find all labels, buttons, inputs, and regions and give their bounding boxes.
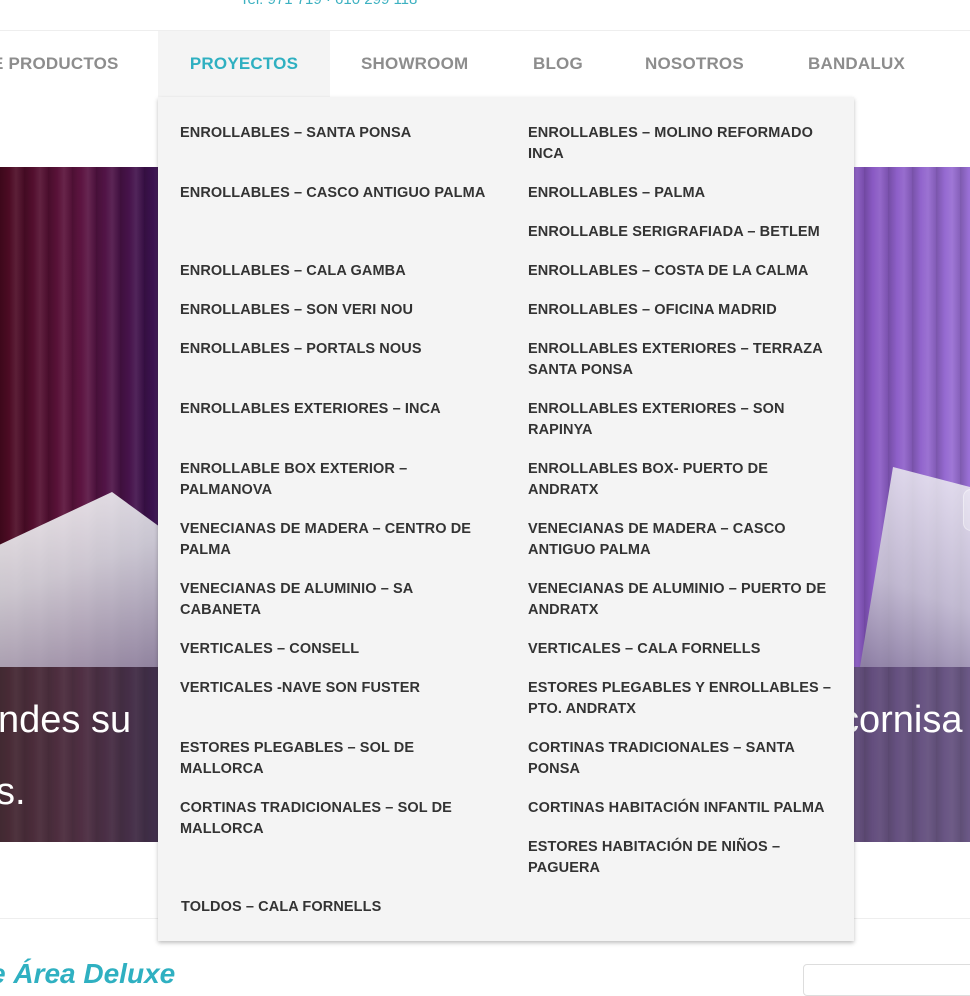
- section-title: e Área Deluxe: [0, 958, 176, 989]
- main-nav: E PRODUCTOS PROYECTOS SHOWROOM BLOG NOSO…: [0, 31, 970, 97]
- menu-item[interactable]: ENROLLABLES – MOLINO REFORMADO INCA: [528, 123, 838, 165]
- hero-floor-left: [0, 492, 160, 667]
- menu-item[interactable]: ENROLLABLES – PORTALS NOUS: [180, 339, 490, 360]
- top-bar: Tel: 971 719 · 610 299 118: [0, 0, 970, 31]
- menu-item[interactable]: VERTICALES -NAVE SON FUSTER: [180, 678, 490, 699]
- menu-item[interactable]: VERTICALES – CALA FORNELLS: [528, 639, 838, 660]
- menu-item[interactable]: ENROLLABLE BOX EXTERIOR – PALMANOVA: [180, 459, 490, 501]
- menu-item[interactable]: ESTORES PLEGABLES – SOL DE MALLORCA: [180, 738, 490, 780]
- menu-item[interactable]: ESTORES HABITACIÓN DE NIÑOS – PAGUERA: [528, 837, 838, 879]
- nav-item-proyectos[interactable]: PROYECTOS: [158, 31, 330, 97]
- nav-item-showroom[interactable]: SHOWROOM: [361, 31, 468, 97]
- menu-item[interactable]: VENECIANAS DE MADERA – CENTRO DE PALMA: [180, 519, 490, 561]
- menu-item[interactable]: ENROLLABLES EXTERIORES – INCA: [180, 399, 490, 420]
- proyectos-dropdown-menu: ENROLLABLES – SANTA PONSA ENROLLABLES – …: [158, 97, 854, 941]
- search-box[interactable]: [803, 964, 970, 996]
- menu-item[interactable]: ENROLLABLES – SANTA PONSA: [180, 123, 490, 144]
- hero-caption-line-1: ndes su: [0, 699, 132, 741]
- menu-item[interactable]: VENECIANAS DE ALUMINIO – PUERTO DE ANDRA…: [528, 579, 838, 621]
- menu-item[interactable]: CORTINAS TRADICIONALES – SOL DE MALLORCA: [180, 798, 490, 840]
- menu-item[interactable]: ENROLLABLES EXTERIORES – SON RAPINYA: [528, 399, 838, 441]
- menu-item[interactable]: ENROLLABLES – SON VERI NOU: [180, 300, 490, 321]
- menu-item[interactable]: ENROLLABLES – OFICINA MADRID: [528, 300, 838, 321]
- menu-item[interactable]: ENROLLABLES EXTERIORES – TERRAZA SANTA P…: [528, 339, 838, 381]
- menu-item[interactable]: ENROLLABLES BOX- PUERTO DE ANDRATX: [528, 459, 838, 501]
- menu-item[interactable]: ENROLLABLES – CASCO ANTIGUO PALMA: [180, 183, 490, 204]
- hero-caption-line-2: s.: [0, 771, 26, 813]
- hero-caption-right: cornisa: [840, 699, 963, 741]
- menu-item[interactable]: ENROLLABLES – PALMA: [528, 183, 838, 204]
- slider-next-arrow[interactable]: [963, 489, 970, 531]
- menu-item[interactable]: CORTINAS HABITACIÓN INFANTIL PALMA: [528, 798, 838, 819]
- menu-item[interactable]: VENECIANAS DE ALUMINIO – SA CABANETA: [180, 579, 490, 621]
- nav-item-productos[interactable]: E PRODUCTOS: [0, 31, 119, 97]
- menu-item[interactable]: ENROLLABLE SERIGRAFIADA – BETLEM: [528, 222, 838, 243]
- nav-item-bandalux[interactable]: BANDALUX: [808, 31, 905, 97]
- menu-item[interactable]: VENECIANAS DE MADERA – CASCO ANTIGUO PAL…: [528, 519, 838, 561]
- menu-item[interactable]: ENROLLABLES – COSTA DE LA CALMA: [528, 261, 838, 282]
- menu-item[interactable]: ENROLLABLES – CALA GAMBA: [180, 261, 490, 282]
- menu-item[interactable]: CORTINAS TRADICIONALES – SANTA PONSA: [528, 738, 838, 780]
- menu-item[interactable]: ESTORES PLEGABLES Y ENROLLABLES – PTO. A…: [528, 678, 838, 720]
- menu-item[interactable]: VERTICALES – CONSELL: [180, 639, 490, 660]
- nav-item-blog[interactable]: BLOG: [533, 31, 583, 97]
- phone-number[interactable]: Tel: 971 719 · 610 299 118: [240, 0, 417, 8]
- menu-item[interactable]: TOLDOS – CALA FORNELLS: [181, 897, 491, 918]
- nav-item-nosotros[interactable]: NOSOTROS: [645, 31, 744, 97]
- hero-floor-right: [860, 467, 970, 667]
